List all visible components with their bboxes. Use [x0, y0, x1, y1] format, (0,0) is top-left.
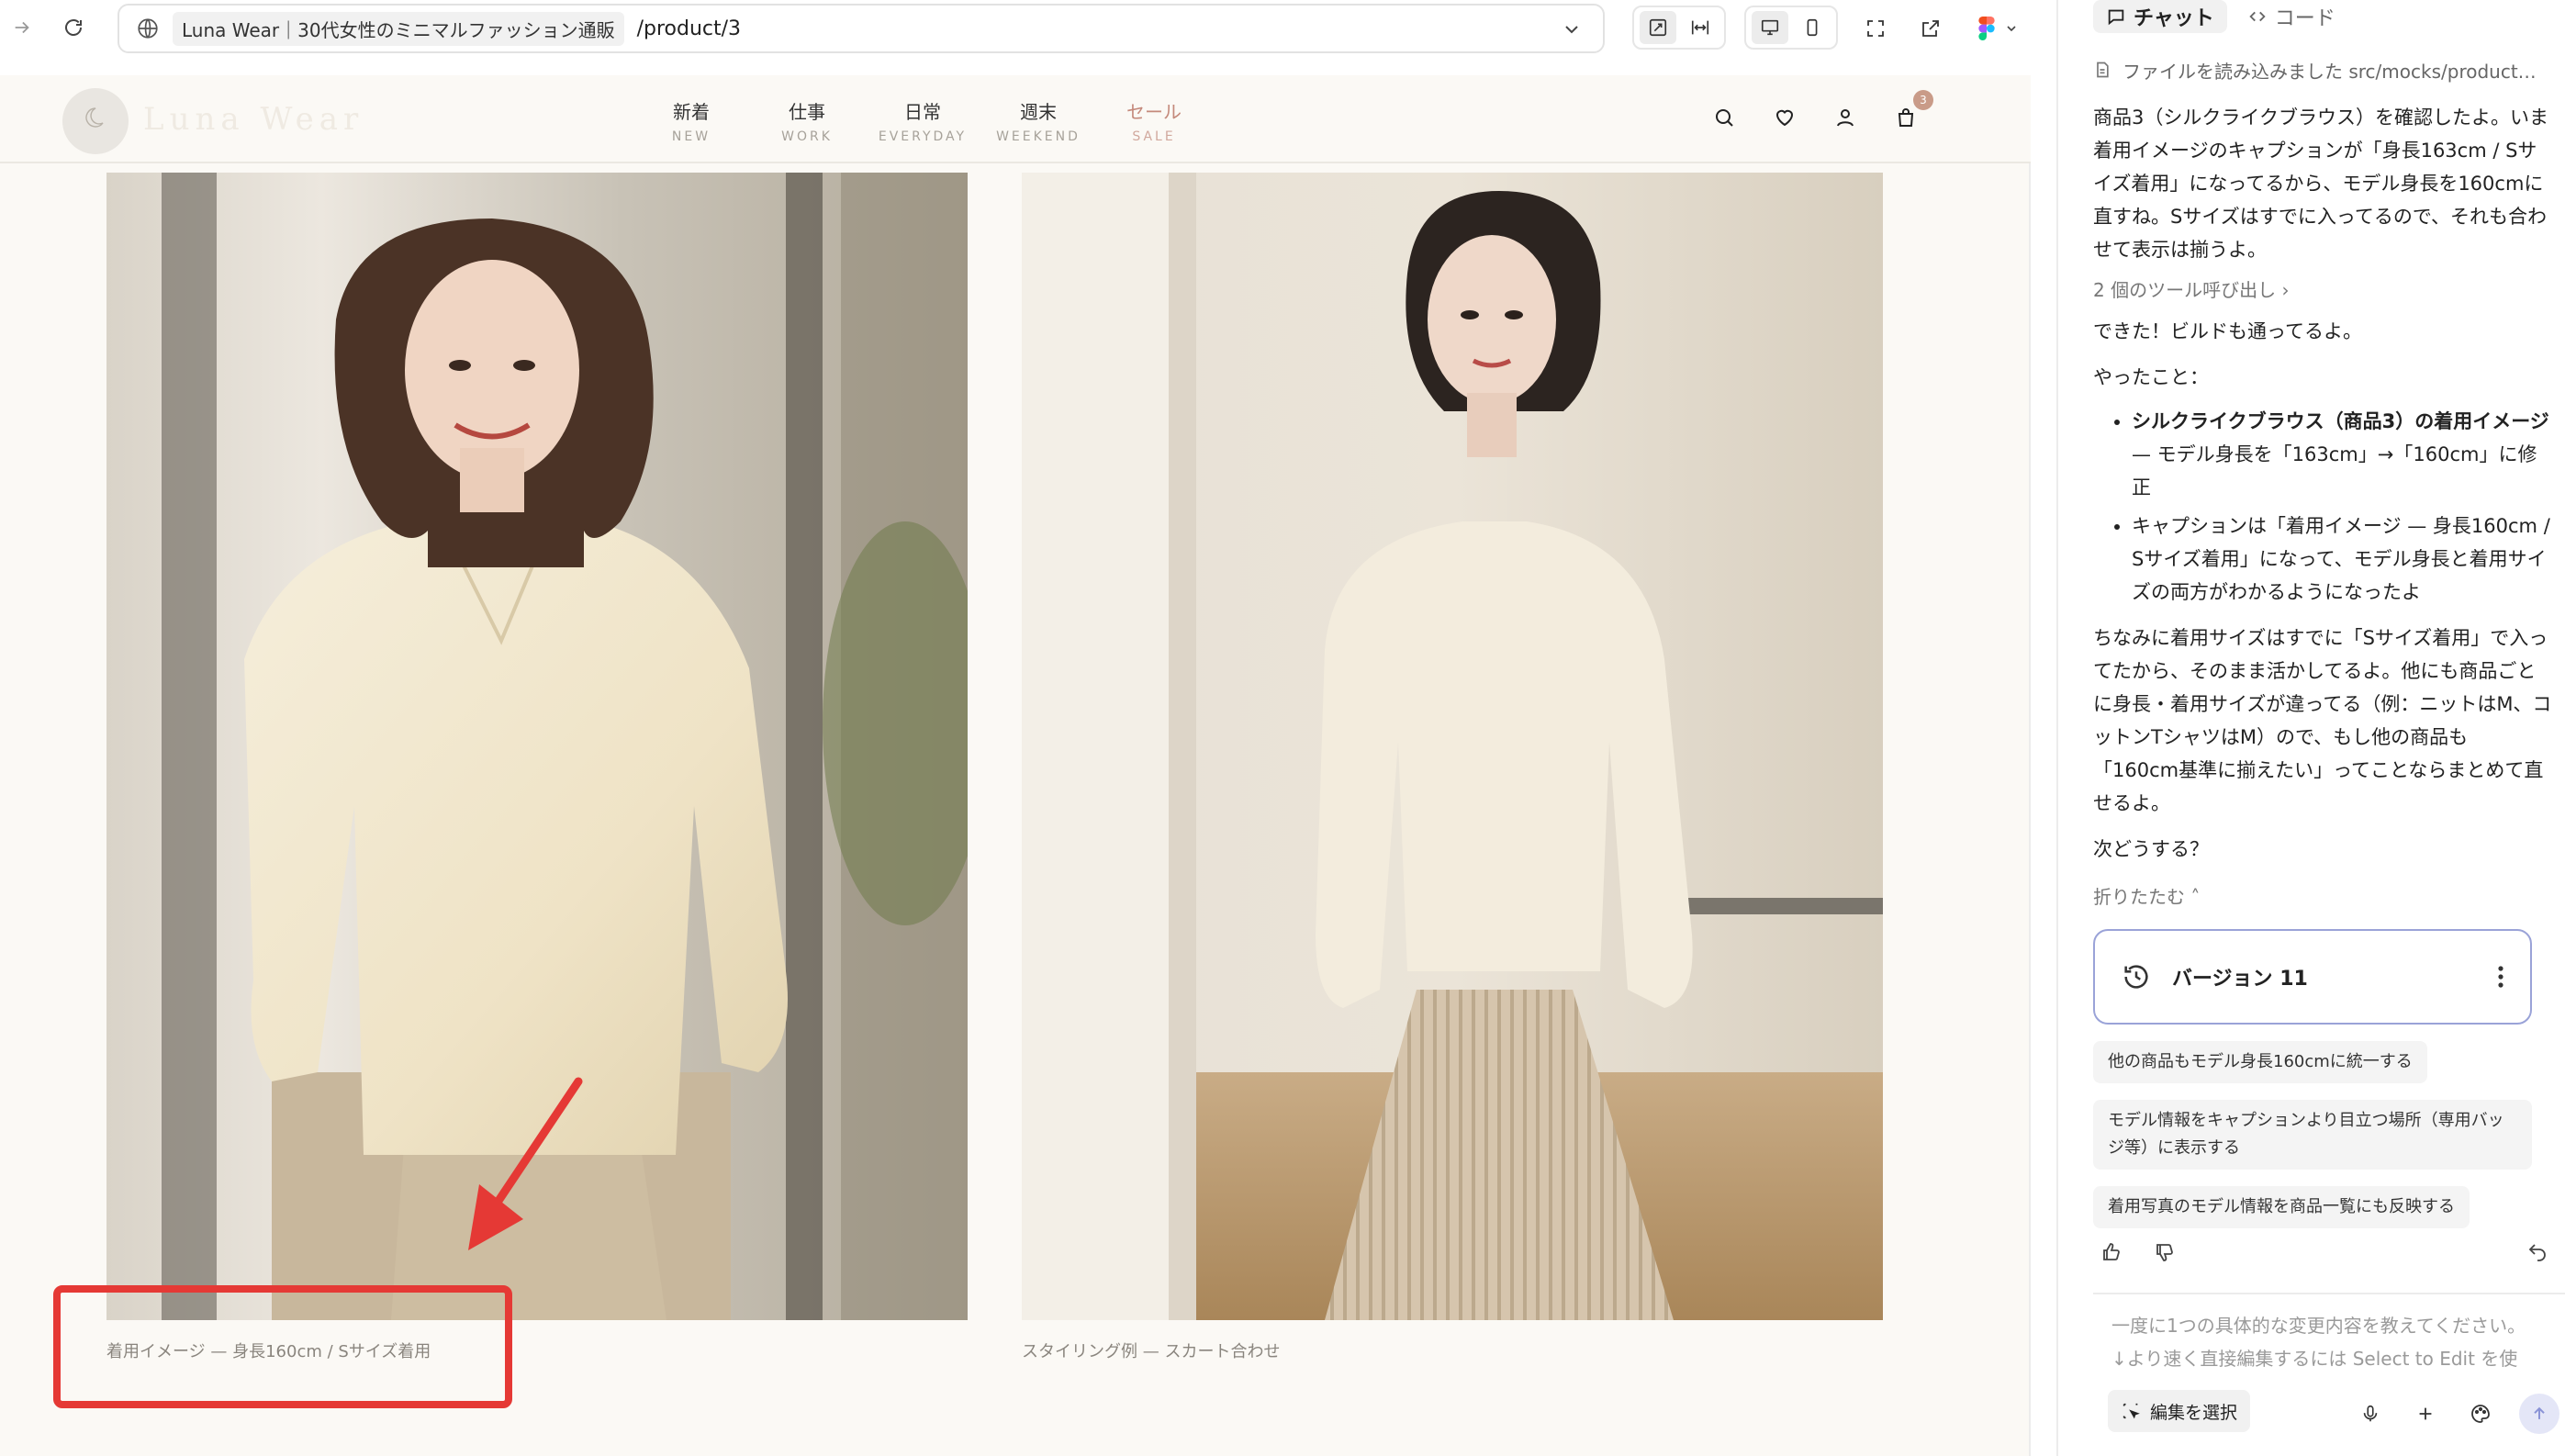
device-group — [1744, 6, 1838, 50]
version-label: バージョン 11 — [2172, 968, 2308, 991]
version-card[interactable]: バージョン 11 — [2093, 929, 2532, 1025]
thumbs-up-icon[interactable] — [2093, 1234, 2130, 1271]
chat-panel: チャット コード ファイルを読み込みました src/mocks/product…… — [2056, 0, 2565, 1456]
select-to-edit-label: 編集を選択 — [2150, 1402, 2238, 1423]
nav-label: 日常 — [904, 101, 941, 123]
assistant-message: やったこと： — [2093, 366, 2209, 388]
nav-label: セール — [1126, 101, 1182, 123]
plus-icon[interactable] — [2409, 1397, 2442, 1430]
nav-label: 週末 — [1020, 101, 1057, 123]
tab-code[interactable]: コード — [2235, 0, 2348, 33]
url-path[interactable]: /product/3 — [637, 17, 741, 40]
send-button[interactable] — [2519, 1394, 2559, 1434]
list-item-text: — モデル身長を「163cm」→「160cm」に修正 — [2132, 443, 2537, 498]
cart-count-badge: 3 — [1913, 90, 1933, 110]
heart-icon[interactable] — [1770, 103, 1799, 132]
chevron-down-icon[interactable] — [1561, 18, 1583, 40]
nav-item-sale[interactable]: セール SALE — [1096, 97, 1212, 144]
nav-sublabel: SALE — [1132, 129, 1176, 144]
select-icon — [2123, 1403, 2140, 1419]
list-item: シルクライクブラウス（商品3）の着用イメージ — モデル身長を「163cm」→「… — [2132, 405, 2552, 504]
tab-label: コード — [2274, 7, 2335, 30]
placeholder-line: 一度に1つの具体的な変更内容を教えてください。 — [2111, 1315, 2526, 1337]
list-item: キャプションは「着用イメージ — 身長160cm / Sサイズ着用」になって、モ… — [2132, 510, 2552, 609]
main-nav: 新着 NEW 仕事 WORK 日常 EVERYDAY 週末 WEEKEND セー… — [633, 97, 1212, 144]
file-icon — [2097, 62, 2109, 78]
arrow-up-icon — [2534, 1406, 2545, 1419]
site-preview: Luna Wear 新着 NEW 仕事 WORK 日常 EVERYDAY 週末 … — [0, 75, 2031, 1456]
select-to-edit-button[interactable]: 編集を選択 — [2108, 1390, 2251, 1432]
nav-sublabel: WEEKEND — [996, 129, 1081, 144]
nav-item-everyday[interactable]: 日常 EVERYDAY — [865, 97, 980, 144]
product-photo-styling[interactable] — [1022, 173, 1883, 1320]
mobile-icon[interactable] — [1794, 11, 1831, 44]
thumbs-down-icon[interactable] — [2146, 1234, 2183, 1271]
assistant-message: できた！ビルドも通ってるよ。 — [2093, 320, 2362, 342]
input-actions — [2354, 1394, 2559, 1434]
history-icon — [2124, 965, 2148, 989]
red-arrow-icon — [468, 1077, 583, 1250]
chat-icon — [2108, 9, 2124, 26]
more-vertical-icon[interactable] — [2497, 965, 2504, 989]
nav-label: 仕事 — [789, 101, 825, 123]
microphone-icon[interactable] — [2354, 1397, 2387, 1430]
nav-item-new[interactable]: 新着 NEW — [633, 97, 749, 144]
nav-sublabel: WORK — [781, 129, 833, 144]
reload-icon[interactable] — [59, 13, 88, 42]
assistant-message: 次どうする？ — [2093, 838, 2209, 860]
open-external-icon[interactable] — [1913, 11, 1948, 46]
assistant-message: 商品3（シルクライクブラウス）を確認したよ。いま着用イメージのキャプションが「身… — [2093, 106, 2548, 261]
browser-toolbar: Luna Wear｜30代女性のミニマルファッション通販 /product/3 — [0, 0, 2047, 55]
chat-input[interactable]: 一度に1つの具体的な変更内容を教えてください。 ↓より速く直接編集するには Se… — [2093, 1293, 2565, 1452]
suggestion-list: 他の商品もモデル身長160cmに統一する モデル情報をキャプションより目立つ場所… — [2093, 1025, 2552, 1228]
nav-sublabel: NEW — [671, 129, 711, 144]
palette-icon[interactable] — [2464, 1397, 2497, 1430]
collapse-toggle[interactable]: 折りたたむ ˄ — [2093, 882, 2552, 909]
site-title-chip: Luna Wear｜30代女性のミニマルファッション通販 — [173, 11, 624, 46]
header-icons: 3 — [1709, 90, 1933, 132]
fit-icon[interactable] — [1640, 11, 1676, 44]
tab-label: チャット — [2134, 7, 2214, 30]
highlight-box — [53, 1285, 512, 1408]
forward-icon[interactable] — [7, 13, 37, 42]
tab-chat[interactable]: チャット — [2093, 0, 2227, 33]
change-list: シルクライクブラウス（商品3）の着用イメージ — モデル身長を「163cm」→「… — [2093, 405, 2552, 609]
suggestion-chip[interactable]: 他の商品もモデル身長160cmに統一する — [2093, 1041, 2427, 1083]
nav-item-weekend[interactable]: 週末 WEEKEND — [980, 97, 1096, 144]
globe-icon — [138, 18, 158, 39]
photo-caption-styling: スタイリング例 — スカート合わせ — [1022, 1342, 1281, 1361]
code-icon — [2249, 11, 2266, 22]
nav-item-work[interactable]: 仕事 WORK — [749, 97, 865, 144]
file-read-text: ファイルを読み込みました src/mocks/product… — [2123, 60, 2537, 83]
file-read-status[interactable]: ファイルを読み込みました src/mocks/product… — [2093, 51, 2552, 88]
search-icon[interactable] — [1709, 103, 1739, 132]
input-placeholder[interactable]: 一度に1つの具体的な変更内容を教えてください。 ↓より速く直接編集するには Se… — [2111, 1309, 2552, 1375]
account-icon[interactable] — [1831, 103, 1860, 132]
chat-messages: ファイルを読み込みました src/mocks/product… 商品3（シルクラ… — [2093, 51, 2552, 1228]
viewport-fit-group — [1632, 6, 1726, 50]
width-icon[interactable] — [1682, 11, 1719, 44]
fullscreen-icon[interactable] — [1858, 11, 1893, 46]
nav-sublabel: EVERYDAY — [878, 129, 968, 144]
undo-icon[interactable] — [2519, 1234, 2556, 1271]
tool-calls-toggle[interactable]: 2 個のツール呼び出し › — [2093, 275, 2552, 302]
address-bar[interactable]: Luna Wear｜30代女性のミニマルファッション通販 /product/3 — [118, 4, 1605, 53]
site-header: Luna Wear 新着 NEW 仕事 WORK 日常 EVERYDAY 週末 … — [0, 75, 2031, 163]
logo-text: Luna Wear — [143, 101, 364, 138]
list-item-bold: シルクライクブラウス（商品3）の着用イメージ — [2132, 410, 2549, 432]
suggestion-chip[interactable]: モデル情報をキャプションより目立つ場所（専用バッジ等）に表示する — [2093, 1100, 2532, 1170]
suggestion-chip[interactable]: 着用写真のモデル情報を商品一覧にも反映する — [2093, 1186, 2470, 1228]
cart-icon[interactable]: 3 — [1891, 90, 1933, 132]
desktop-icon[interactable] — [1752, 11, 1788, 44]
feedback-row — [2093, 1234, 2552, 1271]
chat-tabs: チャット コード — [2093, 0, 2348, 33]
nav-label: 新着 — [673, 101, 710, 123]
logo-icon[interactable] — [62, 88, 129, 154]
figma-icon[interactable] — [1968, 11, 2027, 46]
assistant-message: ちなみに着用サイズはすでに「Sサイズ着用」で入ってたから、そのまま活かしてるよ。… — [2093, 627, 2552, 814]
placeholder-line: ↓より速く直接編集するには Select to Edit を使 — [2111, 1348, 2518, 1370]
